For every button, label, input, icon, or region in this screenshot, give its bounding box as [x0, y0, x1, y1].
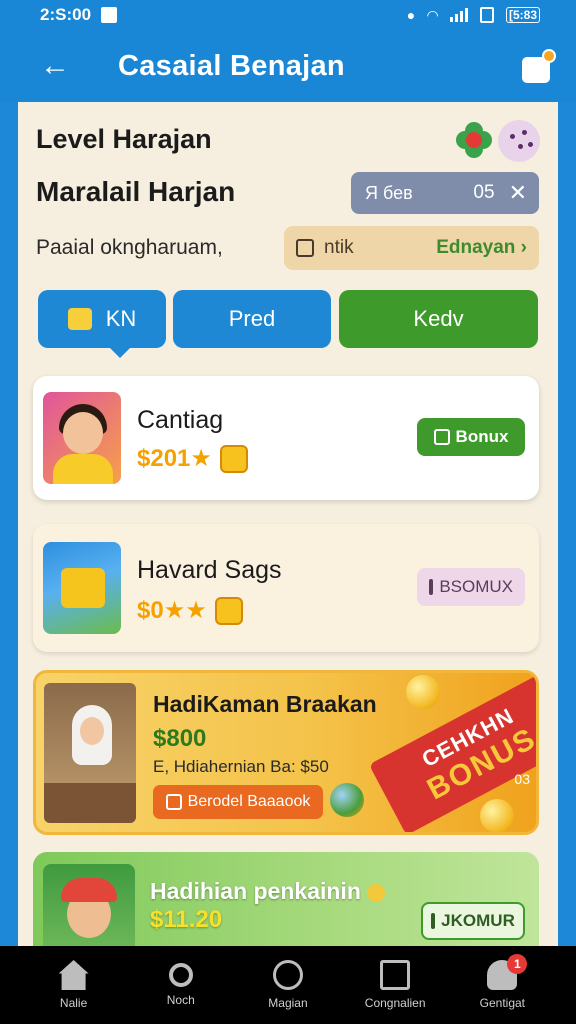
check-icon [366, 883, 385, 902]
nav-item-search[interactable]: Noch [136, 963, 226, 1007]
back-arrow-icon[interactable]: ← [40, 49, 80, 83]
card-price: $201★ [137, 444, 248, 473]
bag-icon [67, 308, 92, 330]
card-title: HadiKaman Braakan [153, 691, 377, 717]
pencil-icon [296, 239, 314, 257]
tv-icon [380, 960, 411, 990]
main-content: Level Harajan Maralail Harjan Я бев 05 ✕… [18, 102, 558, 948]
battery-icon [479, 7, 494, 23]
tab-label: KN [105, 306, 137, 331]
close-icon[interactable]: ✕ [509, 180, 527, 206]
wifi-icon: ◠ [427, 6, 438, 23]
tab-label: Kedv [413, 306, 464, 331]
status-bar: 2:S:00 ● ◠ [5:83 [0, 0, 576, 30]
app-bar: ← Casaial Benajan [0, 30, 576, 102]
pencil-icon [165, 794, 182, 810]
avatar [43, 392, 121, 484]
coin-icon [214, 596, 243, 625]
notification-badge: 1 [507, 954, 528, 974]
tab-pred[interactable]: Pred [173, 290, 331, 348]
status-time: 2:S:00 [40, 5, 92, 24]
nav-label: Nalie [59, 996, 88, 1010]
card-title: Havard Sags [137, 556, 282, 584]
compass-icon [272, 960, 303, 990]
nav-item-explore[interactable]: Magian [243, 960, 333, 1010]
battery-text: [5:83 [505, 7, 540, 23]
coin-icon [406, 675, 440, 709]
list-item[interactable]: Havard Sags $0★★ BSOMUX [33, 524, 539, 652]
avatar [43, 864, 135, 948]
promo-image [44, 683, 136, 823]
page-title: Level Harajan [36, 124, 212, 154]
tab-kedv[interactable]: Kedv [339, 290, 538, 348]
nav-item-profile[interactable]: 1 Gentigat [457, 954, 547, 1010]
nav-label: Congnalien [364, 996, 426, 1010]
notification-icon [101, 7, 118, 23]
nav-label: Magian [268, 996, 308, 1010]
search-chip-value: 05 [473, 182, 495, 203]
home-icon [58, 960, 89, 990]
shopping-bag-icon[interactable] [522, 49, 556, 83]
page-subtitle: Maralail Harjan [36, 176, 236, 207]
bottom-nav: Nalie Noch Magian Congnalien 1 Gentigat [0, 946, 576, 1024]
alarm-icon: ● [406, 7, 416, 23]
card-title: Cantiag [137, 406, 224, 434]
promo-tag: 03 [514, 771, 530, 787]
bonus-button[interactable]: BSOMUX [417, 568, 525, 606]
search-chip[interactable]: Я бев 05 ✕ [351, 172, 539, 214]
search-chip-label: Я бев [365, 182, 413, 203]
shopping-bag-thumbnail [43, 542, 121, 634]
nav-item-watch[interactable]: Congnalien [350, 960, 440, 1010]
card-price: $800 [153, 725, 207, 752]
list-item[interactable]: Hadihian penkainin $11.20 JKOMUR [33, 852, 539, 948]
tab-kn[interactable]: KN [38, 290, 166, 358]
note-chip-label: ntik [324, 237, 354, 258]
promo-card[interactable]: HadiKaman Braakan $800 E, Hdiahernian Ba… [33, 670, 539, 835]
coin-icon [219, 444, 248, 473]
signal-icon [449, 8, 468, 22]
cookie-icon[interactable] [498, 120, 540, 162]
coin-icon [480, 799, 514, 832]
gift-icon [433, 429, 450, 445]
ball-icon [330, 783, 364, 817]
list-item[interactable]: Cantiag $201★ Bonux [33, 376, 539, 500]
description-text: Paaial okngharuam, [36, 236, 223, 259]
card-price: $11.20 [150, 906, 223, 933]
note-chip-link[interactable]: Ednayan › [436, 237, 527, 259]
gift-icon [431, 913, 436, 929]
nav-item-home[interactable]: Nalie [29, 960, 119, 1010]
bonus-button[interactable]: JKOMUR [421, 902, 525, 940]
gift-icon [429, 579, 434, 595]
promo-button[interactable]: Berodel Baaaook [153, 785, 323, 819]
nav-label: Gentigat [479, 996, 526, 1010]
flower-icon[interactable] [456, 122, 492, 158]
bonus-button[interactable]: Bonux [417, 418, 525, 456]
bonus-ribbon: CEHKHN BONUS [368, 673, 536, 832]
card-subtitle: E, Hdiahernian Ba: $50 [153, 757, 329, 776]
nav-label: Noch [166, 993, 195, 1007]
note-chip[interactable]: ntik Ednayan › [284, 226, 539, 270]
app-title: Casaial Benajan [118, 49, 345, 82]
search-icon [168, 963, 193, 987]
card-title: Hadihian penkainin [150, 878, 385, 905]
tab-label: Pred [228, 306, 276, 331]
card-price: $0★★ [137, 596, 243, 625]
